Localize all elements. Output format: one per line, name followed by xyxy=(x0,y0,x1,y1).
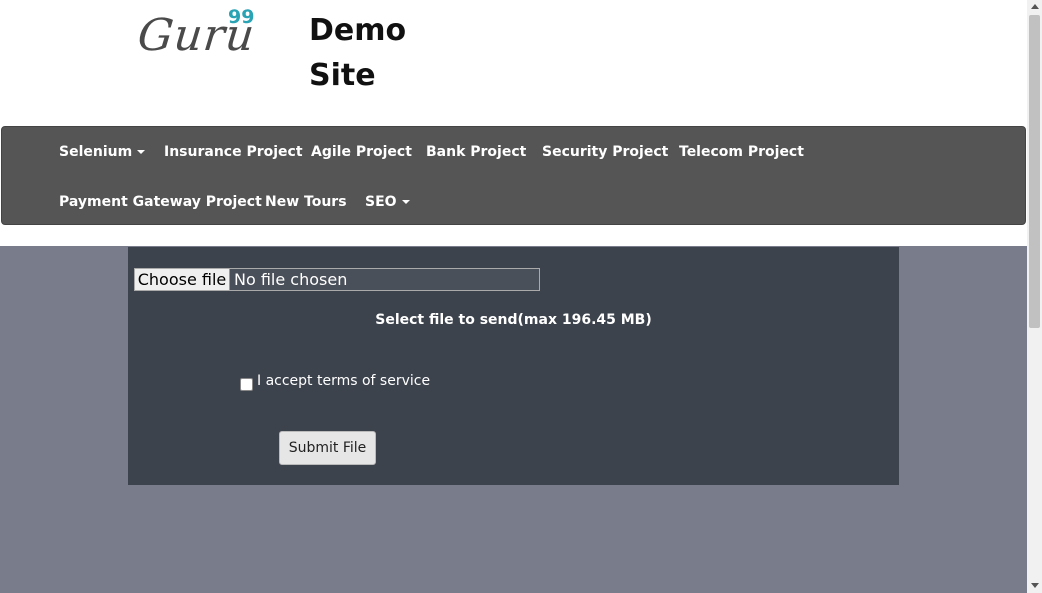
nav-item-agile-project[interactable]: Agile Project xyxy=(311,142,412,162)
scroll-down-arrow-icon[interactable] xyxy=(1031,583,1039,588)
nav-item-label: Agile Project xyxy=(311,144,412,160)
nav-item-bank-project[interactable]: Bank Project xyxy=(426,142,526,162)
scroll-up-arrow-icon[interactable] xyxy=(1031,4,1039,9)
nav-item-seo[interactable]: SEO xyxy=(365,192,410,212)
choose-file-button[interactable]: Choose file xyxy=(135,269,230,290)
scrollbar-thumb[interactable] xyxy=(1029,15,1040,328)
nav-item-new-tours[interactable]: New Tours xyxy=(265,192,347,212)
caret-down-icon xyxy=(401,200,410,204)
nav-item-security-project[interactable]: Security Project xyxy=(542,142,668,162)
submit-file-button[interactable]: Submit File xyxy=(279,431,376,465)
nav-item-label: SEO xyxy=(365,194,397,210)
vertical-scrollbar[interactable] xyxy=(1027,0,1042,593)
page: Guru 99 Demo Site Selenium Insurance Pro… xyxy=(0,0,1027,593)
nav-item-telecom-project[interactable]: Telecom Project xyxy=(679,142,804,162)
file-size-hint: Select file to send(max 196.45 MB) xyxy=(375,312,652,328)
nav-item-label: New Tours xyxy=(265,194,347,210)
terms-label: I accept terms of service xyxy=(257,373,431,389)
nav-item-label: Insurance Project xyxy=(164,144,303,160)
nav-item-label: Payment Gateway Project xyxy=(59,194,262,210)
nav-item-label: Telecom Project xyxy=(679,144,804,160)
logo-superscript: 99 xyxy=(228,6,255,28)
nav-item-selenium[interactable]: Selenium xyxy=(59,142,146,162)
terms-checkbox[interactable] xyxy=(240,378,253,391)
caret-down-icon xyxy=(137,150,146,154)
file-status-text: No file chosen xyxy=(234,270,348,289)
file-upload-input[interactable]: Choose file No file chosen xyxy=(134,268,540,291)
nav-item-label: Security Project xyxy=(542,144,669,160)
nav-item-payment-gateway-project[interactable]: Payment Gateway Project xyxy=(59,192,262,212)
nav-item-label: Selenium xyxy=(59,144,133,160)
nav-item-insurance-project[interactable]: Insurance Project xyxy=(164,142,303,162)
main-navbar: Selenium Insurance Project Agile Project… xyxy=(1,126,1026,225)
site-title: Demo Site xyxy=(309,13,407,93)
nav-item-label: Bank Project xyxy=(426,144,527,160)
site-header: Guru 99 Demo Site xyxy=(0,0,1027,126)
